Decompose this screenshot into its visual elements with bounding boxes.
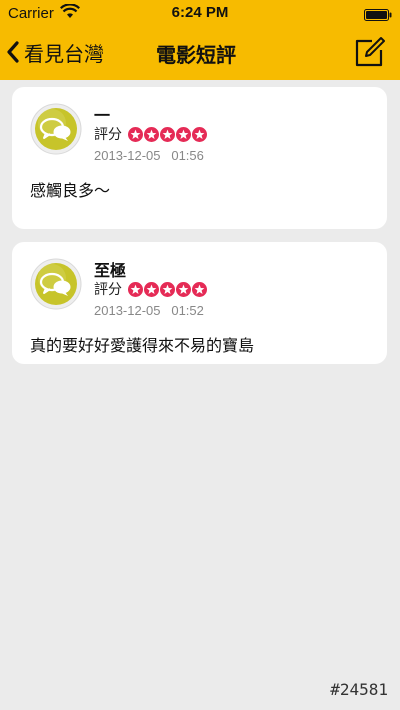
rating-label: 評分 xyxy=(94,127,122,143)
page-title: 電影短評 xyxy=(156,43,236,67)
header: Carrier 6:24 PM 看見台灣 電影短評 xyxy=(0,0,400,80)
rating-row: 評分 xyxy=(94,279,208,299)
star-icon xyxy=(128,281,143,297)
star-icon xyxy=(176,281,191,297)
star-icon xyxy=(192,281,207,297)
avatar xyxy=(30,103,82,155)
chevron-left-icon xyxy=(6,40,20,64)
compose-button[interactable] xyxy=(354,36,386,68)
status-bar: Carrier 6:24 PM xyxy=(0,0,400,26)
review-author: 一 xyxy=(94,106,111,125)
rating-stars xyxy=(128,281,208,297)
avatar xyxy=(30,258,82,310)
star-icon xyxy=(160,126,175,142)
back-button[interactable]: 看見台灣 xyxy=(6,34,104,70)
star-icon xyxy=(160,281,175,297)
review-text: 真的要好好愛護得來不易的寶島 xyxy=(30,336,255,355)
rating-label: 評分 xyxy=(94,282,122,298)
review-list: 一 評分 2013-12-05 01:56 感觸良多～ 至極 評分 2013-1… xyxy=(12,87,387,377)
star-icon xyxy=(176,126,191,142)
star-icon xyxy=(128,126,143,142)
review-timestamp: 2013-12-05 01:56 xyxy=(94,148,204,163)
rating-row: 評分 xyxy=(94,124,208,144)
star-icon xyxy=(144,126,159,142)
star-icon xyxy=(192,126,207,142)
battery-icon xyxy=(364,6,392,21)
watermark: #24581 xyxy=(330,680,388,699)
review-text: 感觸良多～ xyxy=(30,181,111,200)
back-label: 看見台灣 xyxy=(24,41,104,66)
review-card: 至極 評分 2013-12-05 01:52 真的要好好愛護得來不易的寶島 xyxy=(12,242,387,364)
clock: 6:24 PM xyxy=(171,4,229,21)
compose-icon xyxy=(354,37,386,72)
review-card: 一 評分 2013-12-05 01:56 感觸良多～ xyxy=(12,87,387,229)
star-icon xyxy=(144,281,159,297)
review-timestamp: 2013-12-05 01:52 xyxy=(94,303,204,318)
review-author: 至極 xyxy=(94,261,127,280)
nav-bar: 看見台灣 電影短評 xyxy=(0,26,400,80)
rating-stars xyxy=(128,126,208,142)
